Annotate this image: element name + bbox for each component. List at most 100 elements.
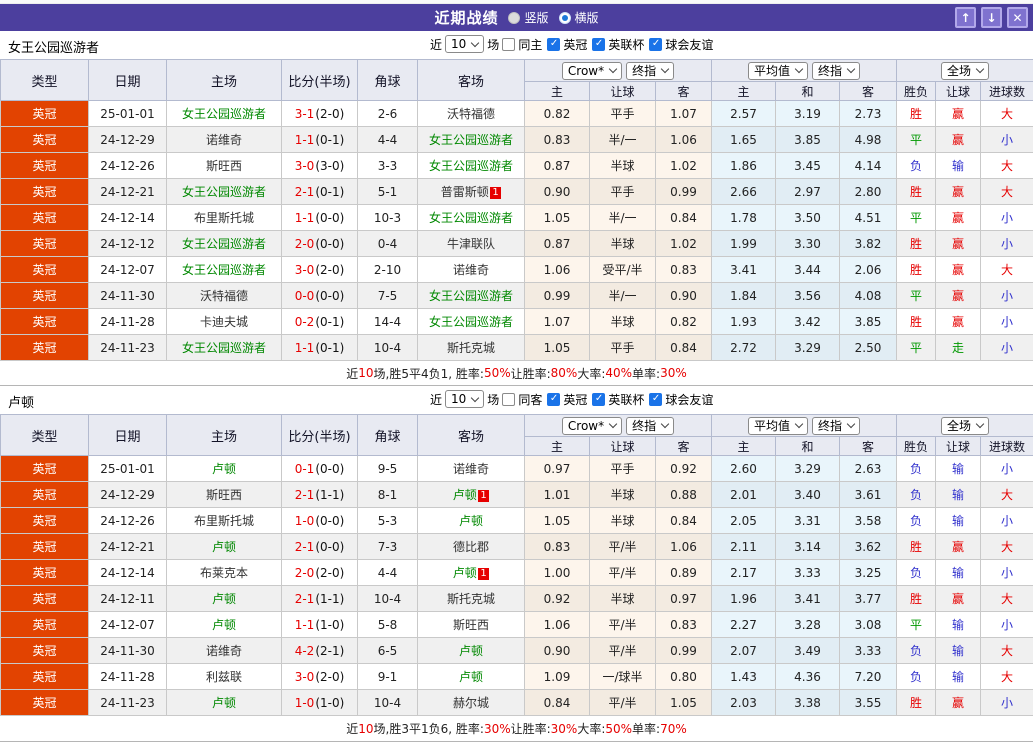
radio-unchecked-icon[interactable] xyxy=(508,12,520,24)
summary-text: 大率: xyxy=(577,365,605,382)
team-name: 斯旺西 xyxy=(453,618,489,632)
away-team-cell[interactable]: 德比郡 xyxy=(418,534,525,560)
league-checkbox-friendly[interactable] xyxy=(649,393,662,406)
league-checkbox-efl-cup[interactable] xyxy=(592,38,605,51)
handicap-cell: 半/一 xyxy=(590,283,656,309)
league-checkbox-efl-cup[interactable] xyxy=(592,393,605,406)
away-team-cell[interactable]: 诺维奇 xyxy=(418,257,525,283)
away-team-cell[interactable]: 牛津联队 xyxy=(418,231,525,257)
home-team-cell[interactable]: 卢顿 xyxy=(167,456,282,482)
odds-final-select[interactable]: 终指 xyxy=(626,62,674,80)
league-checkbox-championship[interactable] xyxy=(547,393,560,406)
chevron-down-icon xyxy=(795,65,803,73)
same-venue-checkbox[interactable] xyxy=(502,393,515,406)
avg-home-cell: 1.99 xyxy=(712,231,776,257)
results-table: 类型 日期 主场 比分(半场) 角球 客场 Crow* 终指 平均值 终指 xyxy=(0,414,1033,716)
col-handicap-result: 让球 xyxy=(936,82,981,101)
home-team-cell[interactable]: 诺维奇 xyxy=(167,638,282,664)
away-team-cell[interactable]: 斯旺西 xyxy=(418,612,525,638)
avg-select[interactable]: 平均值 xyxy=(748,62,808,80)
home-team-cell[interactable]: 斯旺西 xyxy=(167,153,282,179)
filter-row: 女王公园巡游者 近 10 场 同主 英冠 英联杯 球会友谊 xyxy=(0,31,1033,59)
scope-select[interactable]: 全场 xyxy=(941,62,989,80)
league-checkbox-friendly[interactable] xyxy=(649,38,662,51)
scope-select[interactable]: 全场 xyxy=(941,417,989,435)
league-cell: 英冠 xyxy=(1,638,89,664)
home-team-cell[interactable]: 沃特福德 xyxy=(167,283,282,309)
corner-cell: 3-3 xyxy=(358,153,418,179)
halftime-score: (2-0) xyxy=(315,566,344,580)
home-team-cell[interactable]: 女王公园巡游者 xyxy=(167,179,282,205)
avg-select[interactable]: 平均值 xyxy=(748,417,808,435)
date-cell: 24-12-12 xyxy=(89,231,167,257)
away-team-cell[interactable]: 卢顿1 xyxy=(418,560,525,586)
layout-radio-horizontal[interactable]: 横版 xyxy=(559,9,599,26)
match-count-select[interactable]: 10 xyxy=(445,390,484,408)
odds-company-select[interactable]: Crow* xyxy=(562,62,622,80)
odds-final-select[interactable]: 终指 xyxy=(626,417,674,435)
fulltime-score: 2-1 xyxy=(295,592,315,606)
away-team-cell[interactable]: 女王公园巡游者 xyxy=(418,283,525,309)
away-team-cell[interactable]: 斯托克城 xyxy=(418,335,525,361)
same-venue-checkbox[interactable] xyxy=(502,38,515,51)
avg-final-select[interactable]: 终指 xyxy=(812,417,860,435)
home-team-cell[interactable]: 布里斯托城 xyxy=(167,508,282,534)
score-cell: 2-1(1-1) xyxy=(282,586,358,612)
col-odds-away: 客 xyxy=(656,437,712,456)
home-team-cell[interactable]: 斯旺西 xyxy=(167,482,282,508)
handicap-result-cell: 输 xyxy=(936,153,981,179)
away-team-cell[interactable]: 斯托克城 xyxy=(418,586,525,612)
layout-radio-vertical[interactable]: 竖版 xyxy=(508,9,548,26)
team-name: 德比郡 xyxy=(453,540,489,554)
close-button[interactable]: ✕ xyxy=(1007,7,1028,28)
team-name: 女王公园巡游者 xyxy=(182,237,266,251)
chevron-down-icon xyxy=(661,420,669,428)
home-team-cell[interactable]: 卢顿 xyxy=(167,612,282,638)
home-team-cell[interactable]: 诺维奇 xyxy=(167,127,282,153)
league-checkbox-championship[interactable] xyxy=(547,38,560,51)
away-team-cell[interactable]: 卢顿 xyxy=(418,664,525,690)
move-up-button[interactable]: ↑ xyxy=(955,7,976,28)
odds-away-cell: 0.83 xyxy=(656,612,712,638)
away-team-cell[interactable]: 卢顿 xyxy=(418,508,525,534)
avg-final-select[interactable]: 终指 xyxy=(812,62,860,80)
home-team-cell[interactable]: 卢顿 xyxy=(167,690,282,716)
home-team-cell[interactable]: 卢顿 xyxy=(167,586,282,612)
avg-draw-cell: 3.31 xyxy=(776,508,840,534)
goals-cell: 小 xyxy=(981,127,1033,153)
home-team-cell[interactable]: 卡迪夫城 xyxy=(167,309,282,335)
match-count-select[interactable]: 10 xyxy=(445,35,484,53)
fulltime-score: 1-1 xyxy=(295,133,315,147)
result-cell: 平 xyxy=(897,283,936,309)
away-team-cell[interactable]: 女王公园巡游者 xyxy=(418,309,525,335)
away-team-cell[interactable]: 赫尔城 xyxy=(418,690,525,716)
goals-cell: 小 xyxy=(981,335,1033,361)
radio-checked-icon[interactable] xyxy=(559,12,571,24)
move-down-button[interactable]: ↓ xyxy=(981,7,1002,28)
home-team-cell[interactable]: 利兹联 xyxy=(167,664,282,690)
same-venue-label: 同主 xyxy=(518,36,542,53)
home-team-cell[interactable]: 女王公园巡游者 xyxy=(167,257,282,283)
col-goals: 进球数 xyxy=(981,437,1033,456)
home-team-cell[interactable]: 女王公园巡游者 xyxy=(167,231,282,257)
away-team-cell[interactable]: 普雷斯顿1 xyxy=(418,179,525,205)
score-cell: 1-1(0-1) xyxy=(282,335,358,361)
halftime-score: (2-0) xyxy=(315,670,344,684)
odds-away-cell: 0.82 xyxy=(656,309,712,335)
home-team-cell[interactable]: 卢顿 xyxy=(167,534,282,560)
avg-draw-cell: 3.30 xyxy=(776,231,840,257)
away-team-cell[interactable]: 女王公园巡游者 xyxy=(418,127,525,153)
home-team-cell[interactable]: 布里斯托城 xyxy=(167,205,282,231)
away-team-cell[interactable]: 沃特福德 xyxy=(418,101,525,127)
odds-company-select[interactable]: Crow* xyxy=(562,417,622,435)
home-team-cell[interactable]: 女王公园巡游者 xyxy=(167,101,282,127)
goals-cell: 小 xyxy=(981,508,1033,534)
away-team-cell[interactable]: 诺维奇 xyxy=(418,456,525,482)
home-team-cell[interactable]: 布莱克本 xyxy=(167,560,282,586)
home-team-cell[interactable]: 女王公园巡游者 xyxy=(167,335,282,361)
odds-away-cell: 1.06 xyxy=(656,534,712,560)
away-team-cell[interactable]: 卢顿 xyxy=(418,638,525,664)
away-team-cell[interactable]: 女王公园巡游者 xyxy=(418,153,525,179)
away-team-cell[interactable]: 卢顿1 xyxy=(418,482,525,508)
away-team-cell[interactable]: 女王公园巡游者 xyxy=(418,205,525,231)
